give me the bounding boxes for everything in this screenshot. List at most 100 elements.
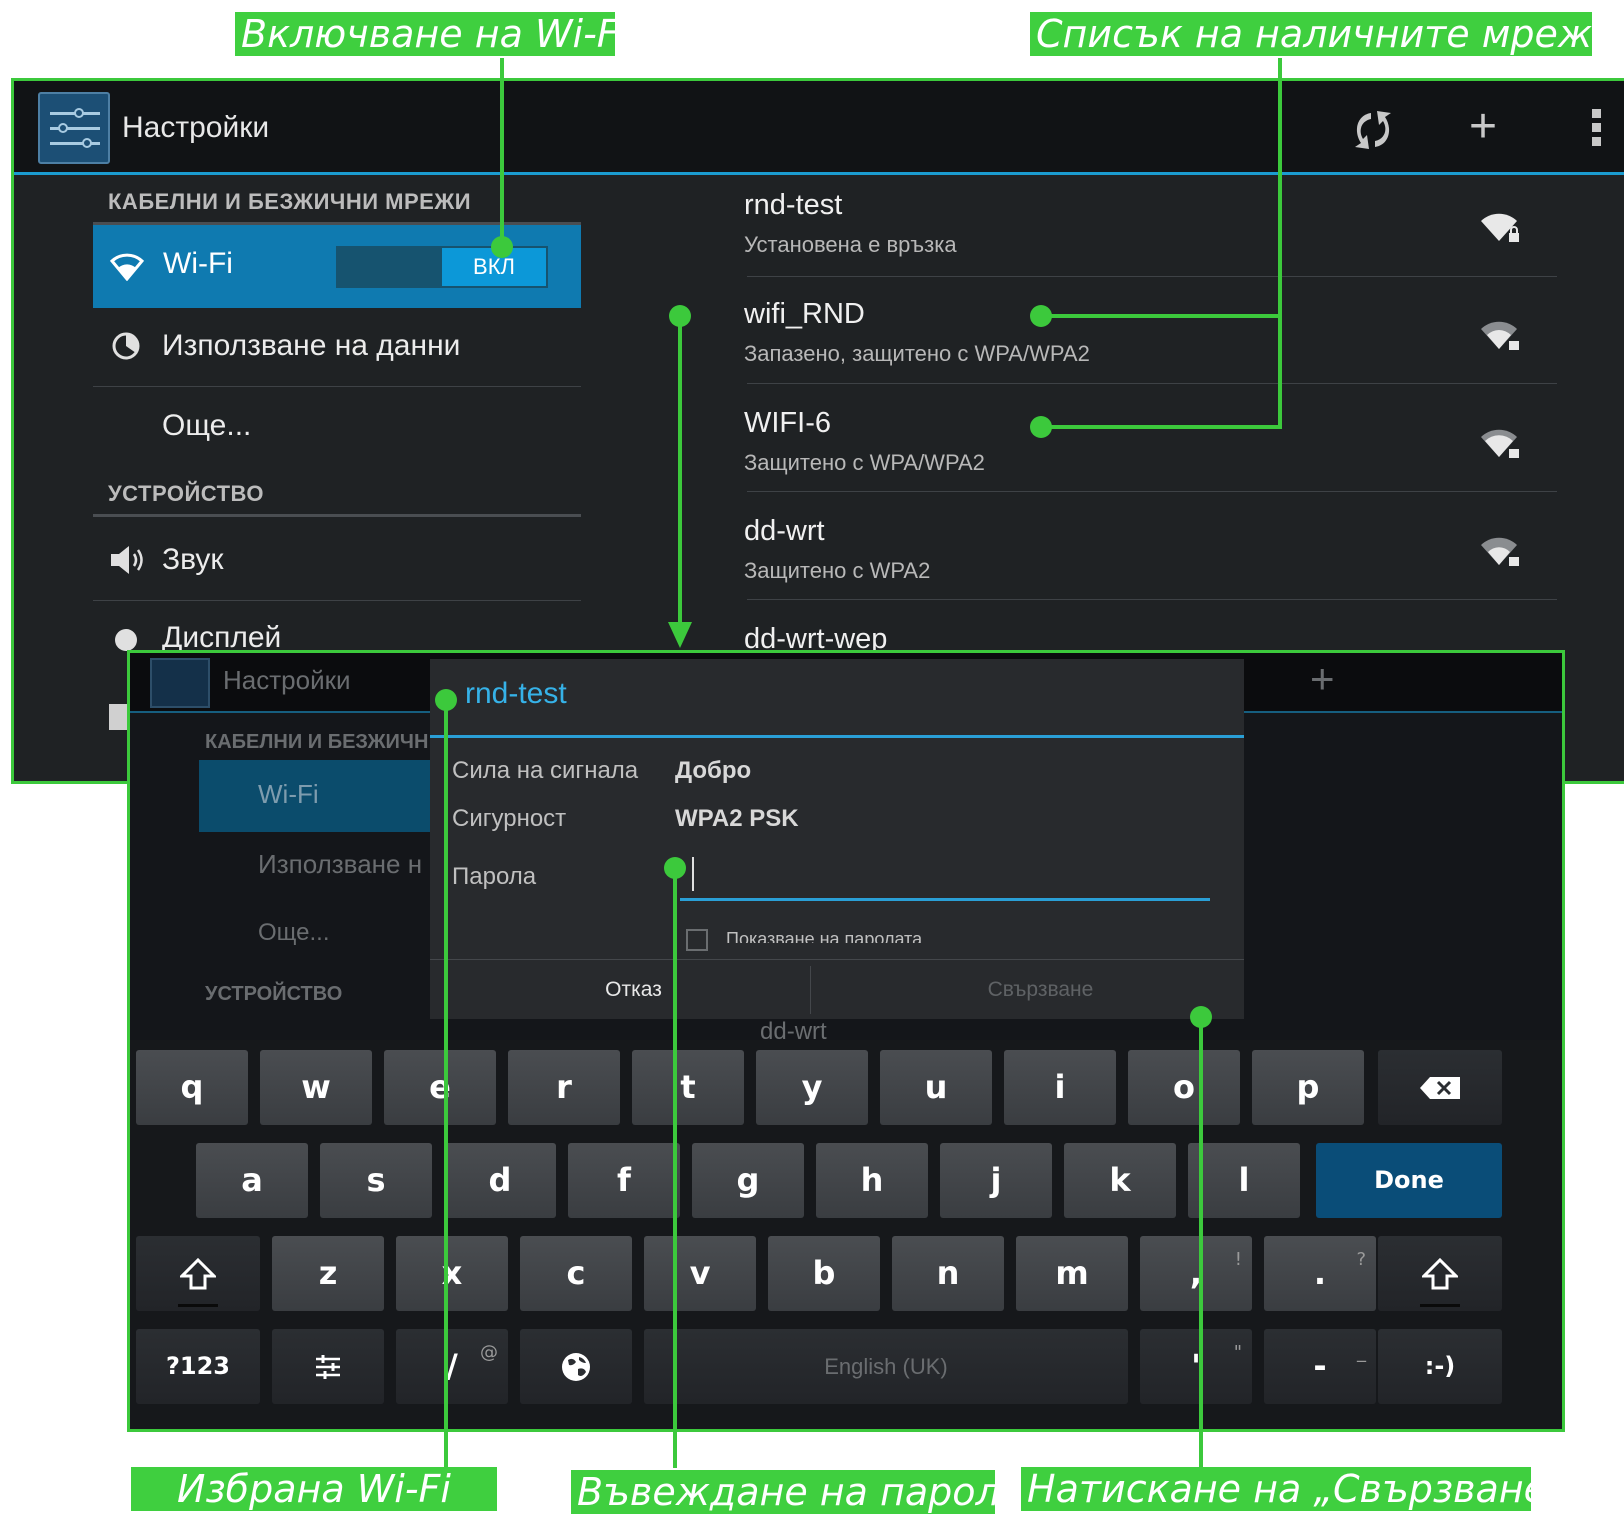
dimmed-data-usage: Използване н <box>258 849 423 879</box>
network-name: WIFI-6 <box>744 407 831 439</box>
callout-line <box>500 58 504 246</box>
security-value: WPA2 PSK <box>675 805 799 832</box>
sidebar-item-sound[interactable]: Звук <box>162 543 224 577</box>
soft-keyboard: q w e r t y u i o p a s d f g h j k l Do… <box>130 1040 1562 1429</box>
divider <box>93 386 581 387</box>
backspace-key[interactable] <box>1378 1050 1502 1125</box>
callout-arrow-icon <box>668 622 692 648</box>
wifi-secured-signal-icon <box>1481 213 1519 242</box>
key-slash-alt: @ <box>480 1342 498 1363</box>
network-item[interactable]: WIFI-6 Защитено с WPA/WPA2 <box>744 407 985 476</box>
key-y[interactable]: y <box>756 1050 868 1125</box>
key-l[interactable]: l <box>1188 1143 1300 1218</box>
key-period-alt: ? <box>1356 1249 1366 1270</box>
sidebar-item-data-usage[interactable]: Използване на данни <box>162 329 460 363</box>
dimmed-wifi-row <box>199 760 439 832</box>
dialog-title-divider <box>430 735 1244 738</box>
connect-button[interactable]: Свързване <box>837 960 1244 1020</box>
action-bar: Настройки + <box>14 81 1624 175</box>
dimmed-add-network-icon: + <box>1310 655 1335 702</box>
callout-line <box>673 868 677 1468</box>
sidebar-item-more[interactable]: Още... <box>162 409 251 443</box>
shift-key-right[interactable] <box>1378 1236 1502 1311</box>
cancel-button[interactable]: Отказ <box>430 960 837 1020</box>
wifi-secured-signal-icon <box>1481 537 1519 566</box>
key-n[interactable]: n <box>892 1236 1004 1311</box>
divider <box>93 600 581 601</box>
key-dash[interactable]: - _ <box>1264 1329 1376 1404</box>
key-v[interactable]: v <box>644 1236 756 1311</box>
key-c[interactable]: c <box>520 1236 632 1311</box>
key-q[interactable]: q <box>136 1050 248 1125</box>
network-status: Запазено, защитено с WPA/WPA2 <box>744 341 1090 366</box>
dialog-title: rnd-test <box>465 677 567 710</box>
key-i[interactable]: i <box>1004 1050 1116 1125</box>
callout-dot <box>435 689 457 711</box>
key-b[interactable]: b <box>768 1236 880 1311</box>
text-cursor <box>692 857 694 891</box>
security-label: Сигурност <box>452 805 567 832</box>
data-usage-icon <box>112 332 140 360</box>
callout-dot <box>1190 1006 1212 1028</box>
key-u[interactable]: u <box>880 1050 992 1125</box>
key-x[interactable]: x <box>396 1236 508 1311</box>
key-h[interactable]: h <box>816 1143 928 1218</box>
input-settings-key[interactable] <box>272 1329 384 1404</box>
network-item[interactable]: rnd-test Установена е връзка <box>744 189 957 258</box>
key-apostrophe[interactable]: ' " <box>1140 1329 1252 1404</box>
key-g[interactable]: g <box>692 1143 804 1218</box>
wifi-toggle[interactable]: ВКЛ <box>336 246 548 288</box>
backspace-icon <box>1420 1077 1460 1099</box>
overflow-menu-icon[interactable] <box>1592 109 1601 151</box>
key-j[interactable]: j <box>940 1143 1052 1218</box>
key-e[interactable]: e <box>384 1050 496 1125</box>
shift-key-left[interactable] <box>136 1236 260 1311</box>
divider <box>747 276 1557 277</box>
add-network-icon[interactable]: + <box>1469 103 1497 151</box>
key-k[interactable]: k <box>1064 1143 1176 1218</box>
key-p[interactable]: p <box>1252 1050 1364 1125</box>
key-m[interactable]: m <box>1016 1236 1128 1311</box>
network-status: Защитено с WPA/WPA2 <box>744 450 985 475</box>
network-name: dd-wrt <box>744 515 825 547</box>
password-input[interactable] <box>680 853 1210 901</box>
key-dash-alt: _ <box>1357 1342 1366 1363</box>
numbers-key[interactable]: ?123 <box>136 1329 260 1404</box>
key-r[interactable]: r <box>508 1050 620 1125</box>
language-key[interactable] <box>520 1329 632 1404</box>
action-bar-title: Настройки <box>122 111 270 144</box>
dimmed-settings-app-icon <box>150 658 210 708</box>
shift-indicator <box>1420 1304 1460 1307</box>
sliders-icon <box>316 1355 340 1379</box>
callout-dot <box>1030 305 1052 327</box>
section-divider <box>93 514 581 517</box>
key-s[interactable]: s <box>320 1143 432 1218</box>
dimmed-more: Още... <box>258 919 330 946</box>
shift-icon <box>180 1258 216 1290</box>
settings-app-icon[interactable] <box>38 92 110 164</box>
key-slash[interactable]: / @ <box>396 1329 508 1404</box>
key-z[interactable]: z <box>272 1236 384 1311</box>
callout-line <box>1040 425 1282 429</box>
key-o[interactable]: o <box>1128 1050 1240 1125</box>
key-d[interactable]: d <box>444 1143 556 1218</box>
key-w[interactable]: w <box>260 1050 372 1125</box>
divider <box>747 599 1557 600</box>
wifi-connect-dialog: rnd-test Сила на сигнала Добро Сигурност… <box>430 659 1244 1019</box>
show-password-checkbox[interactable] <box>686 929 708 951</box>
key-f[interactable]: f <box>568 1143 680 1218</box>
signal-strength-label: Сила на сигнала <box>452 757 639 784</box>
key-t[interactable]: t <box>632 1050 744 1125</box>
smiley-key[interactable]: :-) <box>1378 1329 1502 1404</box>
refresh-wps-icon[interactable] <box>1349 109 1397 151</box>
space-key[interactable]: English (UK) <box>644 1329 1128 1404</box>
callout-dot <box>1030 416 1052 438</box>
dimmed-wifi-label: Wi-Fi <box>258 779 319 809</box>
key-period[interactable]: . ? <box>1264 1236 1376 1311</box>
key-a[interactable]: a <box>196 1143 308 1218</box>
done-key[interactable]: Done <box>1316 1143 1502 1218</box>
network-name: rnd-test <box>744 189 843 221</box>
wifi-password-screen: Настройки + КАБЕЛНИ И БЕЗЖИЧН Wi-Fi Изпо… <box>127 650 1565 1432</box>
network-item[interactable]: dd-wrt Защитено с WPA2 <box>744 515 930 584</box>
key-comma[interactable]: , ! <box>1140 1236 1252 1311</box>
